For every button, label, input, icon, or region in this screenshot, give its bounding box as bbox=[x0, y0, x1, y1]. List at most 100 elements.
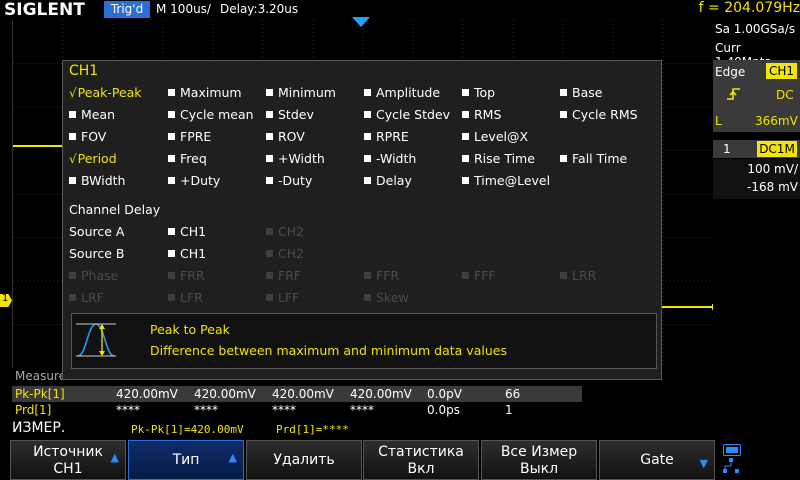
param-option[interactable]: Cycle mean bbox=[168, 107, 254, 122]
param-option[interactable]: +Duty bbox=[168, 173, 220, 188]
checkbox-icon bbox=[364, 177, 371, 184]
param-option[interactable]: √Peak-Peak bbox=[69, 85, 142, 100]
param-option: Phase bbox=[69, 268, 118, 283]
param-option-label: LRR bbox=[572, 268, 597, 283]
param-option-label: RPRE bbox=[376, 129, 409, 144]
param-option[interactable]: FOV bbox=[69, 129, 106, 144]
param-option[interactable]: Top bbox=[462, 85, 495, 100]
checkbox-icon bbox=[266, 294, 273, 301]
param-option[interactable]: RMS bbox=[462, 107, 501, 122]
param-option-label: FRR bbox=[180, 268, 205, 283]
param-option[interactable]: Time@Level bbox=[462, 173, 550, 188]
checkbox-icon bbox=[266, 228, 273, 235]
param-option[interactable]: Level@X bbox=[462, 129, 528, 144]
param-option: FRF bbox=[266, 268, 301, 283]
param-option-label: Fall Time bbox=[572, 151, 628, 166]
timebase-readout[interactable]: M 100us/ bbox=[156, 2, 211, 16]
param-option[interactable]: ROV bbox=[266, 129, 305, 144]
channel-1-header[interactable]: 1 DC1M bbox=[713, 140, 800, 158]
trigger-status-badge[interactable]: Trig'd bbox=[104, 1, 150, 18]
param-option[interactable]: Maximum bbox=[168, 85, 242, 100]
param-option-label: Cycle Stdev bbox=[376, 107, 450, 122]
measure-type-dialog[interactable]: CH1 √Peak-Peak Maximum Minimum Amplitude Top… bbox=[62, 60, 662, 380]
param-option[interactable]: Amplitude bbox=[364, 85, 440, 100]
gate-softkey[interactable]: Gate ▼ bbox=[599, 440, 715, 480]
param-option-label: Peak-Peak bbox=[77, 85, 142, 100]
checkbox-icon bbox=[168, 89, 175, 96]
softkey-label: Удалить bbox=[273, 452, 335, 468]
param-option[interactable]: √Period bbox=[69, 151, 117, 166]
ch1-offset-marker[interactable]: 1 bbox=[0, 294, 12, 307]
param-option-label: LRF bbox=[81, 290, 104, 305]
arrow-up-icon: ▲ bbox=[110, 451, 119, 464]
frequency-counter: f = 204.079Hz bbox=[698, 0, 800, 16]
peak-to-peak-icon bbox=[76, 323, 116, 357]
clear-softkey[interactable]: Удалить bbox=[246, 440, 362, 480]
checkbox-icon bbox=[364, 155, 371, 162]
checkbox-icon bbox=[364, 111, 371, 118]
arrow-up-icon: ▲ bbox=[228, 451, 237, 464]
param-option-label: Level@X bbox=[474, 129, 529, 144]
type-softkey[interactable]: Тип ▲ bbox=[128, 440, 244, 480]
param-option[interactable]: Cycle Stdev bbox=[364, 107, 450, 122]
param-option-label: Skew bbox=[376, 290, 409, 305]
softkey-label: Все Измер bbox=[500, 444, 578, 460]
statistics-softkey[interactable]: Статистика Вкл bbox=[363, 440, 479, 480]
info-title: Peak to Peak bbox=[150, 322, 230, 337]
param-option-label: +Duty bbox=[180, 173, 221, 188]
param-option[interactable]: Stdev bbox=[266, 107, 314, 122]
param-option[interactable]: CH1 bbox=[168, 224, 206, 239]
softkey-label: Источник bbox=[33, 444, 103, 460]
arrow-down-icon: ▼ bbox=[699, 457, 708, 470]
param-option-label: Maximum bbox=[180, 85, 242, 100]
softkey-label: Статистика bbox=[378, 444, 464, 460]
measure-value: **** bbox=[272, 403, 296, 417]
param-option: FRR bbox=[168, 268, 205, 283]
trigger-position-marker[interactable] bbox=[352, 17, 370, 29]
param-option[interactable]: -Width bbox=[364, 151, 416, 166]
checkbox-icon bbox=[560, 272, 567, 279]
checkbox-icon bbox=[266, 89, 273, 96]
checkbox-icon bbox=[560, 111, 567, 118]
param-option[interactable]: Delay bbox=[364, 173, 412, 188]
checkbox-icon bbox=[364, 294, 371, 301]
param-option[interactable]: -Duty bbox=[266, 173, 312, 188]
param-option[interactable]: Fall Time bbox=[560, 151, 627, 166]
checkbox-icon bbox=[462, 155, 469, 162]
brand-logo: SIGLENT bbox=[4, 0, 85, 20]
checkbox-icon bbox=[364, 89, 371, 96]
checkbox-icon bbox=[168, 177, 175, 184]
param-option[interactable]: CH1 bbox=[168, 246, 206, 261]
checkbox-icon bbox=[168, 294, 175, 301]
param-option[interactable]: Freq bbox=[168, 151, 207, 166]
param-option-label: Freq bbox=[180, 151, 207, 166]
param-option-label: Base bbox=[572, 85, 603, 100]
param-option[interactable]: Base bbox=[560, 85, 602, 100]
softkey-value: Вкл bbox=[407, 461, 435, 477]
channel-number: 1 bbox=[723, 142, 731, 156]
trigger-info-box[interactable]: Edge CH1 DC L 366mV bbox=[713, 60, 800, 132]
trigger-coupling: DC bbox=[776, 88, 794, 102]
param-option[interactable]: FPRE bbox=[168, 129, 211, 144]
param-option-label: LFR bbox=[180, 290, 203, 305]
all-measure-softkey[interactable]: Все Измер Выкл bbox=[481, 440, 597, 480]
rising-edge-icon bbox=[727, 88, 740, 100]
checkbox-icon bbox=[69, 294, 76, 301]
delay-readout[interactable]: Delay:3.20us bbox=[220, 2, 298, 16]
param-option[interactable]: +Width bbox=[266, 151, 325, 166]
checkbox-icon bbox=[462, 89, 469, 96]
source-softkey[interactable]: Источник CH1 ▲ bbox=[10, 440, 126, 480]
param-option[interactable]: Mean bbox=[69, 107, 115, 122]
param-option[interactable]: RPRE bbox=[364, 129, 409, 144]
checkbox-icon bbox=[69, 133, 76, 140]
param-option[interactable]: Minimum bbox=[266, 85, 336, 100]
softkey-value: CH1 bbox=[53, 461, 83, 477]
measure-value: 0.0pV bbox=[427, 387, 462, 401]
param-option[interactable]: BWidth bbox=[69, 173, 125, 188]
param-option-label: LFF bbox=[278, 290, 300, 305]
channel-1-settings[interactable]: 100 mV/ -168 mV bbox=[713, 159, 800, 199]
param-option[interactable]: Cycle RMS bbox=[560, 107, 638, 122]
param-option-label: FFF bbox=[474, 268, 496, 283]
level-marker: L bbox=[715, 114, 722, 128]
param-option[interactable]: Rise Time bbox=[462, 151, 535, 166]
